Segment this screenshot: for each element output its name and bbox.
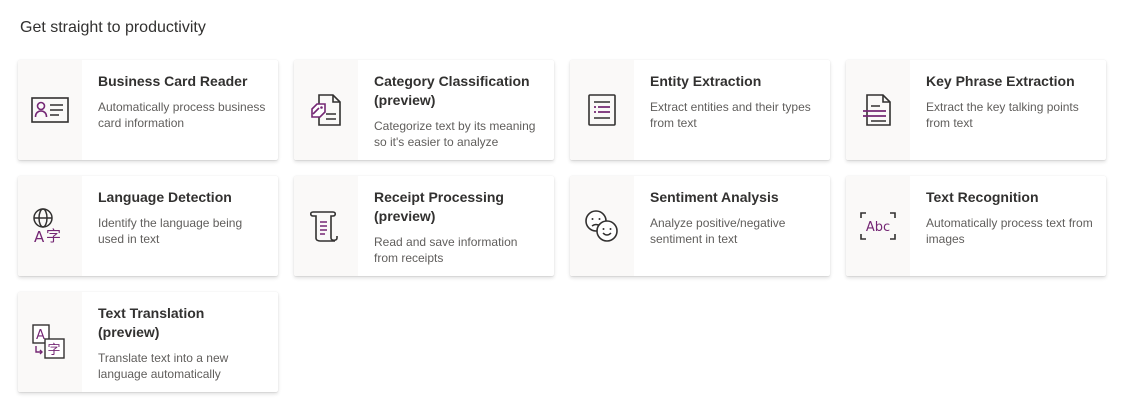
card-text-recognition[interactable]: Abc Text Recognition Automatically proce… [846,176,1106,276]
card-language-detection[interactable]: A 字 Language Detection Identify the lang… [18,176,278,276]
icon-panel [570,60,634,160]
card-title: Sentiment Analysis [650,189,779,205]
icon-panel: Abc [846,176,910,276]
card-description: Automatically process business card info… [98,100,266,130]
card-description: Categorize text by its meaning so it's e… [374,119,536,149]
translation-icon: A 字 [32,324,65,359]
language-detection-icon: A 字 [33,208,61,246]
abc-glyph: Abc [866,220,890,235]
card-key-phrase-extraction[interactable]: Key Phrase Extraction Extract the key ta… [846,60,1106,160]
page-heading: Get straight to productivity [20,19,206,36]
card-description: Analyze positive/negative sentiment in t… [650,216,786,246]
card-title: Text Recognition [926,189,1039,205]
zi-glyph: 字 [48,343,61,358]
card-title: Text Translation (preview) [98,305,205,340]
card-entity-extraction[interactable]: Entity Extraction Extract entities and t… [570,60,830,160]
key-phrase-icon [863,94,891,126]
card-description: Translate text into a new language autom… [98,351,229,381]
card-title: Key Phrase Extraction [926,73,1075,89]
card-description: Automatically process text from images [926,216,1093,246]
card-description: Read and save information from receipts [374,235,518,265]
sentiment-icon [585,210,618,242]
card-description: Extract entities and their types from te… [650,100,811,130]
text-recognition-icon: Abc [860,212,896,240]
ai-model-grid: Business Card Reader Automatically proce… [18,60,1106,392]
icon-panel [294,60,358,160]
icon-panel [570,176,634,276]
card-text-translation[interactable]: A 字 Text Translation (preview) Translate… [18,292,278,392]
business-card-icon [31,97,69,123]
entity-extraction-icon [588,94,616,126]
card-receipt-processing[interactable]: Receipt Processing (preview) Read and sa… [294,176,554,276]
letter-a-glyph: A [36,328,45,343]
icon-panel: A 字 [18,292,82,392]
category-classification-icon [311,94,341,126]
card-title: Category Classification (preview) [374,73,530,108]
card-title: Business Card Reader [98,73,248,89]
icon-panel [846,60,910,160]
card-title: Language Detection [98,189,232,205]
card-business-card-reader[interactable]: Business Card Reader Automatically proce… [18,60,278,160]
letter-a-glyph: A [34,228,45,246]
card-category-classification[interactable]: Category Classification (preview) Catego… [294,60,554,160]
receipt-icon [309,211,338,242]
icon-panel: A 字 [18,176,82,276]
card-title: Entity Extraction [650,73,762,89]
card-sentiment-analysis[interactable]: Sentiment Analysis Analyze positive/nega… [570,176,830,276]
card-description: Identify the language being used in text [98,216,243,246]
zi-glyph: 字 [46,227,61,245]
icon-panel [18,60,82,160]
icon-panel [294,176,358,276]
card-description: Extract the key talking points from text [926,100,1079,130]
card-title: Receipt Processing (preview) [374,189,504,224]
